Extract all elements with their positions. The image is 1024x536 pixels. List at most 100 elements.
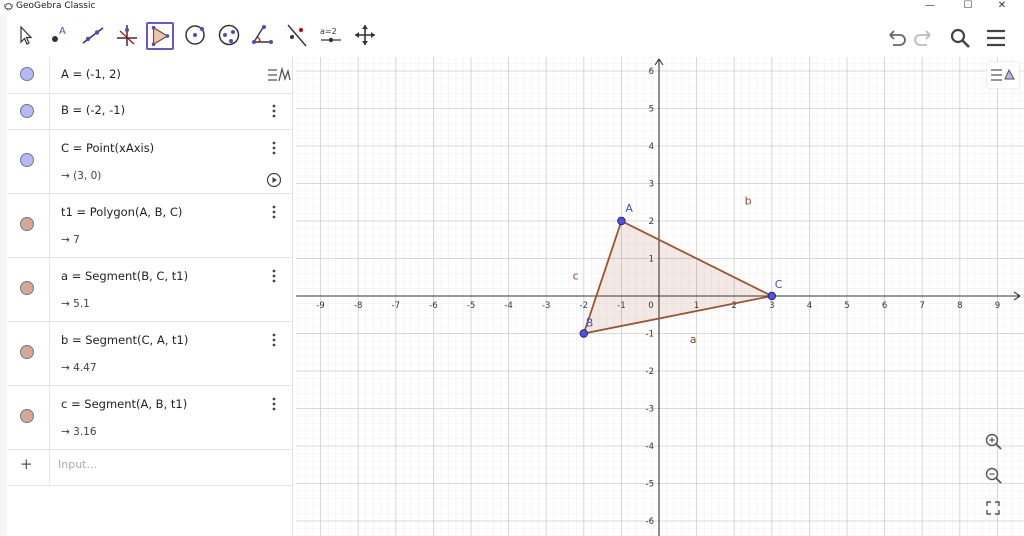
algebra-definition[interactable]: a = Segment(B, C, t1) — [61, 269, 188, 283]
algebra-row[interactable]: a = Segment(B, C, t1) → 5.1 — [8, 257, 292, 322]
line-tool-icon[interactable] — [80, 22, 106, 48]
minimize-icon[interactable]: — — [920, 0, 940, 13]
search-icon[interactable] — [948, 26, 972, 50]
algebra-view: A = (-1, 2) B = (-2, -1) C = Point(xAxis… — [8, 57, 293, 536]
algebra-definition[interactable]: A = (-1, 2) — [61, 67, 121, 81]
y-tick-label: 2 — [649, 217, 654, 227]
ellipse-tool-icon[interactable] — [216, 22, 242, 48]
point-B[interactable] — [579, 329, 588, 338]
x-tick-label: -2 — [580, 301, 588, 311]
reflect-tool-icon[interactable] — [284, 22, 310, 48]
move-tool-icon[interactable] — [12, 22, 38, 48]
angle-tool-icon[interactable] — [250, 22, 276, 48]
y-tick-label: 5 — [649, 105, 654, 115]
more-options-icon[interactable] — [270, 332, 278, 348]
x-tick-label: 8 — [957, 301, 962, 311]
undo-icon[interactable] — [884, 26, 908, 50]
graphics-view[interactable]: -9 -8 -7 -6 -5 -4 -3 -2 -1 0 1 2 3 4 5 6 7 8 9 6 5 4 3 2 1 -1 -2 -3… — [296, 57, 1024, 536]
x-tick-label: 5 — [844, 301, 849, 311]
visibility-toggle-icon[interactable] — [20, 345, 34, 359]
fullscreen-icon[interactable] — [982, 497, 1004, 519]
menu-icon[interactable] — [984, 26, 1008, 50]
visibility-toggle-icon[interactable] — [20, 153, 34, 167]
maximize-icon[interactable]: ☐ — [958, 0, 978, 13]
point-label: A — [625, 202, 633, 215]
algebra-value: → 7 — [61, 234, 80, 246]
algebra-row[interactable]: t1 = Polygon(A, B, C) → 7 — [8, 193, 292, 258]
visibility-toggle-icon[interactable] — [20, 104, 34, 118]
y-tick-label: 4 — [649, 142, 654, 152]
y-tick-label: -1 — [646, 330, 654, 340]
y-tick-label: -3 — [646, 405, 654, 415]
y-tick-label: -5 — [646, 480, 654, 490]
y-tick-label: -6 — [646, 517, 654, 527]
graphics-stylebar-icon[interactable] — [986, 61, 1020, 89]
segment-label: a — [690, 333, 697, 346]
polygon-tool-icon[interactable] — [146, 22, 174, 50]
input-row[interactable]: + Input... — [8, 449, 292, 486]
algebra-input[interactable]: Input... — [58, 458, 97, 471]
algebra-definition[interactable]: t1 = Polygon(A, B, C) — [61, 205, 182, 219]
slider-tool-label: a=2 — [320, 27, 337, 36]
x-tick-label: 4 — [807, 301, 812, 311]
algebra-value: → 5.1 — [61, 298, 90, 310]
segment-label: c — [573, 269, 579, 282]
redo-icon[interactable] — [912, 26, 936, 50]
algebra-definition[interactable]: c = Segment(A, B, t1) — [61, 397, 187, 411]
x-tick-label: -8 — [354, 301, 362, 311]
algebra-row[interactable]: b = Segment(C, A, t1) → 4.47 — [8, 321, 292, 386]
visibility-toggle-icon[interactable] — [20, 217, 34, 231]
algebra-value: → 4.47 — [61, 362, 97, 374]
visibility-toggle-icon[interactable] — [20, 281, 34, 295]
segment-label: b — [745, 195, 752, 208]
play-animation-icon[interactable] — [266, 172, 282, 188]
circle-tool-icon[interactable] — [182, 22, 208, 48]
y-tick-label: -2 — [646, 367, 654, 377]
y-tick-label: -4 — [646, 442, 654, 452]
algebra-definition[interactable]: b = Segment(C, A, t1) — [61, 333, 188, 347]
x-tick-label: 3 — [769, 301, 774, 311]
point-A[interactable] — [617, 216, 626, 226]
perpendicular-tool-icon[interactable] — [114, 22, 140, 48]
y-tick-label: 3 — [649, 180, 654, 190]
more-options-icon[interactable] — [270, 396, 278, 412]
geogebra-logo-icon — [4, 3, 13, 11]
toolbar: A a=2 — [8, 18, 1024, 56]
x-tick-label: -5 — [467, 301, 475, 311]
algebra-row[interactable]: A = (-1, 2) — [8, 57, 292, 94]
x-tick-label: -7 — [392, 301, 400, 311]
algebra-row[interactable]: c = Segment(A, B, t1) → 3.16 — [8, 385, 292, 450]
title-bar: GeoGebra Classic — ☐ ✕ — [0, 0, 1024, 14]
zoom-in-icon[interactable] — [982, 430, 1004, 452]
zoom-out-icon[interactable] — [982, 464, 1004, 486]
point-tool-label: A — [59, 26, 66, 37]
left-edge-strip — [0, 0, 7, 536]
slider-tool-icon[interactable]: a=2 — [318, 22, 344, 48]
point-C[interactable] — [767, 291, 776, 301]
point-tool-icon[interactable]: A — [46, 22, 72, 48]
visibility-toggle-icon[interactable] — [20, 409, 34, 423]
more-options-icon[interactable] — [270, 204, 278, 220]
algebra-definition[interactable]: C = Point(xAxis) — [61, 141, 154, 155]
y-tick-label: 6 — [649, 67, 654, 77]
x-tick-label: 6 — [882, 301, 887, 311]
more-options-icon[interactable] — [270, 103, 278, 119]
x-tick-label: -4 — [504, 301, 512, 311]
visibility-toggle-icon[interactable] — [20, 67, 34, 81]
polygon-t1[interactable] — [583, 221, 772, 334]
algebra-value: → (3, 0) — [61, 170, 102, 182]
algebra-definition[interactable]: B = (-2, -1) — [61, 103, 125, 117]
add-icon[interactable]: + — [20, 455, 33, 473]
algebra-row[interactable]: C = Point(xAxis) → (3, 0) — [8, 129, 292, 194]
triangle[interactable]: a b c A B C — [573, 195, 783, 346]
x-tick-label: 9 — [995, 301, 1000, 311]
more-options-icon[interactable] — [270, 140, 278, 156]
x-tick-label: -9 — [316, 301, 324, 311]
window-title: GeoGebra Classic — [16, 1, 96, 11]
x-tick-label: -3 — [542, 301, 550, 311]
more-options-icon[interactable] — [270, 268, 278, 284]
algebra-row[interactable]: B = (-2, -1) — [8, 93, 292, 130]
close-icon[interactable]: ✕ — [992, 0, 1012, 13]
move-graphics-tool-icon[interactable] — [352, 22, 378, 48]
graphics-canvas[interactable]: -9 -8 -7 -6 -5 -4 -3 -2 -1 0 1 2 3 4 5 6 7 8 9654321-1-2-3… — [296, 57, 1024, 536]
